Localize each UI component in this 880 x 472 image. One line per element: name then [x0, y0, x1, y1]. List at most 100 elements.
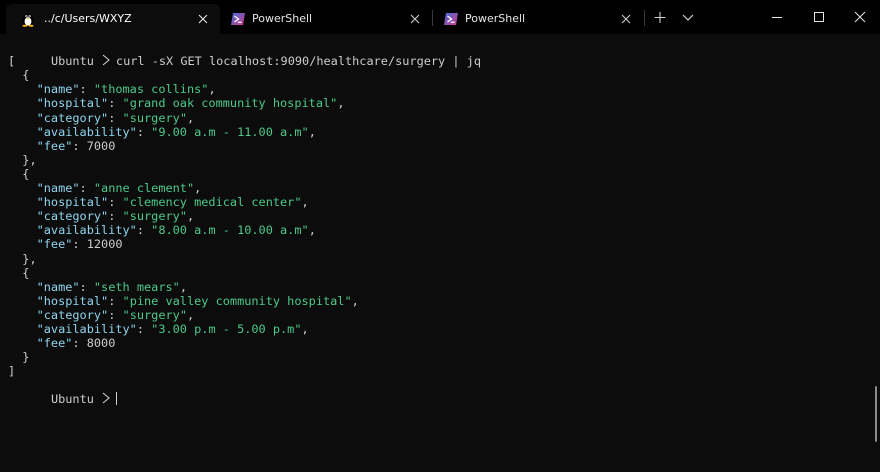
json-string-quote-close: "	[294, 322, 302, 336]
json-key: "category"	[36, 307, 109, 322]
json-string-quote-open: "	[122, 110, 130, 125]
json-value-availability: 9.00 a.m - 11.00 a.m	[158, 124, 302, 139]
json-object-close: },	[22, 251, 37, 266]
linux-tux-icon	[22, 14, 34, 27]
json-object-open: {	[22, 68, 30, 83]
json-field-name: "name": "seth mears",	[36, 279, 187, 294]
json-key: "fee"	[36, 138, 73, 153]
close-icon	[854, 11, 866, 23]
close-icon[interactable]	[196, 12, 210, 26]
json-key: "name"	[36, 82, 80, 97]
json-field-hospital: "hospital": "grand oak community hospita…	[36, 96, 345, 111]
json-string-quote-close: "	[344, 293, 352, 308]
new-tab-button[interactable]	[648, 4, 672, 30]
prompt-label: Ubuntu	[50, 54, 94, 69]
tab-title: PowerShell	[252, 12, 313, 25]
tab-title: ../c/Users/WXYZ	[44, 12, 132, 25]
json-field-category: "category": "surgery",	[36, 209, 195, 224]
json-string-quote-open: "	[122, 195, 130, 210]
json-string-quote-open: "	[93, 82, 102, 97]
json-key: "hospital"	[36, 293, 109, 308]
json-key: "name"	[36, 181, 80, 195]
json-string-quote-close: "	[179, 209, 187, 224]
json-string-quote-open: "	[93, 181, 102, 195]
scrollbar-thumb[interactable]	[875, 386, 877, 442]
plus-icon	[654, 12, 666, 23]
json-value-name: thomas collins	[101, 82, 202, 97]
prompt-label: Ubuntu	[50, 392, 94, 407]
tab-powershell-2[interactable]: PowerShell	[433, 4, 643, 34]
json-key: "availability"	[36, 124, 137, 139]
tab-separator	[644, 10, 645, 26]
json-value-name: seth mears	[101, 279, 173, 294]
json-key: "availability"	[36, 322, 137, 336]
json-field-hospital: "hospital": "clemency medical center",	[36, 195, 309, 210]
json-value-fee: 12000	[86, 237, 123, 252]
json-string-quote-close: "	[294, 195, 302, 210]
title-bar: ../c/Users/WXYZ PowerShell PowerShell	[0, 0, 880, 34]
command-text: curl -sX GET localhost:9090/healthcare/s…	[115, 54, 482, 69]
prompt-line: Ubuntu	[8, 378, 117, 406]
json-value-availability: 3.00 p.m - 5.00 p.m	[158, 322, 295, 336]
json-key: "hospital"	[36, 96, 109, 111]
tab-dropdown-button[interactable]	[676, 4, 700, 30]
json-string-quote-open: "	[122, 293, 130, 308]
close-icon[interactable]	[619, 12, 633, 26]
json-value-hospital: grand oak community hospital	[129, 96, 331, 111]
json-field-name: "name": "anne clement",	[36, 181, 202, 195]
json-close-bracket: ]	[8, 364, 16, 378]
json-value-name: anne clement	[101, 181, 187, 195]
maximize-button[interactable]	[804, 0, 834, 34]
json-object-close: }	[22, 350, 30, 365]
json-value-category: surgery	[129, 110, 180, 125]
json-value-fee: 7000	[86, 138, 116, 153]
json-field-availability: "availability": "3.00 p.m - 5.00 p.m",	[36, 322, 309, 336]
json-value-availability: 8.00 a.m - 10.00 a.m	[158, 223, 302, 238]
json-key: "name"	[36, 279, 80, 294]
tab-title: PowerShell	[465, 12, 526, 25]
json-field-fee: "fee": 7000	[36, 138, 116, 153]
maximize-icon	[814, 12, 824, 22]
json-string-quote-close: "	[301, 124, 309, 139]
text-cursor	[115, 392, 117, 406]
json-object-close: },	[22, 152, 37, 167]
json-key: "category"	[36, 209, 109, 224]
chevron-down-icon	[682, 14, 694, 21]
json-string-quote-open: "	[122, 96, 130, 111]
tab-powershell-1[interactable]: PowerShell	[220, 4, 432, 34]
terminal-window: ../c/Users/WXYZ PowerShell PowerShell Ub…	[0, 0, 880, 472]
minimize-icon	[772, 17, 782, 18]
json-field-category: "category": "surgery",	[36, 307, 195, 322]
json-open-bracket: [	[8, 54, 16, 68]
json-key: "fee"	[36, 237, 73, 252]
json-value-hospital: pine valley community hospital	[129, 293, 345, 308]
json-key: "fee"	[36, 336, 73, 351]
json-field-availability: "availability": "8.00 a.m - 10.00 a.m",	[36, 223, 316, 238]
json-key: "category"	[36, 110, 109, 125]
json-string-quote-open: "	[122, 307, 130, 322]
close-icon[interactable]	[408, 12, 422, 26]
json-value-category: surgery	[129, 307, 180, 322]
terminal-output[interactable]: Ubuntu curl -sX GET localhost:9090/health…	[0, 34, 880, 472]
json-string-quote-close: "	[301, 223, 309, 238]
json-string-quote-open: "	[122, 209, 130, 224]
json-string-quote-open: "	[93, 279, 102, 294]
json-string-quote-close: "	[172, 279, 180, 294]
json-field-category: "category": "surgery",	[36, 110, 195, 125]
chevron-right-icon	[102, 54, 110, 66]
json-object-open: {	[22, 265, 30, 280]
json-value-hospital: clemency medical center	[129, 195, 295, 210]
json-value-category: surgery	[129, 209, 180, 224]
json-string-quote-close: "	[179, 307, 187, 322]
json-value-fee: 8000	[86, 336, 116, 351]
chevron-right-icon	[102, 392, 110, 404]
json-field-availability: "availability": "9.00 a.m - 11.00 a.m",	[36, 124, 316, 139]
minimize-button[interactable]	[762, 0, 792, 34]
command-line: Ubuntu curl -sX GET localhost:9090/health…	[8, 40, 481, 68]
json-field-hospital: "hospital": "pine valley community hospi…	[36, 293, 359, 308]
json-field-name: "name": "thomas collins",	[36, 82, 216, 97]
json-field-fee: "fee": 8000	[36, 336, 116, 351]
close-window-button[interactable]	[845, 0, 875, 34]
tab-ubuntu[interactable]: ../c/Users/WXYZ	[6, 4, 220, 34]
json-object-open: {	[22, 166, 30, 181]
